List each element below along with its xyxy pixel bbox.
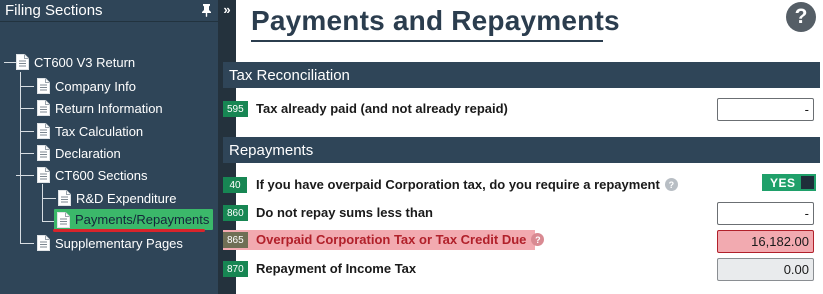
tree-item-company-info[interactable]: Company Info (37, 76, 136, 96)
document-icon (37, 235, 50, 251)
tree-item-label: Supplementary Pages (55, 235, 183, 251)
row-label: Repayment of Income Tax (256, 261, 416, 276)
tree-item-declaration[interactable]: Declaration (37, 143, 121, 163)
toggle-knob (801, 176, 814, 189)
row-box-870: 870 Repayment of Income Tax 0.00 (223, 258, 820, 282)
box-number: 595 (223, 101, 248, 117)
row-label: Tax already paid (and not already repaid… (256, 101, 508, 116)
row-label: Do not repay sums less than (256, 205, 433, 220)
double-chevron-right-icon[interactable]: » (218, 0, 236, 18)
document-icon (37, 78, 50, 94)
row-box-40: 40 If you have overpaid Corporation tax,… (223, 174, 820, 198)
tree-item-tax-calculation[interactable]: Tax Calculation (37, 121, 143, 141)
tree-item-ct600-v3-return[interactable]: CT600 V3 Return (16, 52, 135, 72)
tree-item-ct600-sections[interactable]: CT600 Sections (37, 165, 148, 185)
row-box-595: 595 Tax already paid (and not already re… (223, 98, 820, 122)
toggle-label: YES (770, 175, 796, 190)
section-header-tax-reconciliation: Tax Reconciliation (223, 62, 820, 88)
section-header-repayments: Repayments (223, 137, 820, 163)
active-item-underline (53, 229, 205, 232)
help-circle-icon[interactable]: ? (786, 2, 816, 32)
page-title: Payments and Repayments (251, 5, 620, 36)
tree-item-label: R&D Expenditure (76, 190, 177, 206)
tree-item-rd-expenditure[interactable]: R&D Expenditure (58, 188, 176, 208)
row-label-text: Tax already paid (and not already repaid… (256, 101, 508, 116)
document-icon (57, 211, 70, 228)
overpaid-tax-field[interactable]: 16,182.00 (717, 230, 814, 253)
row-label-text: If you have overpaid Corporation tax, do… (256, 177, 660, 192)
row-box-865: 865 Overpaid Corporation Tax or Tax Cred… (223, 230, 820, 254)
document-icon (37, 145, 50, 161)
row-label: Overpaid Corporation Tax or Tax Credit D… (256, 232, 545, 247)
tree-item-supplementary-pages[interactable]: Supplementary Pages (37, 233, 183, 253)
tree-item-return-information[interactable]: Return Information (37, 98, 163, 118)
main-content: Payments and Repayments ? Tax Reconcilia… (223, 0, 823, 294)
box-number: 860 (223, 205, 248, 221)
sidebar-title: Filing Sections (5, 2, 103, 19)
tree-item-label: Payments/Repayments (75, 212, 210, 227)
do-not-repay-field[interactable]: - (717, 202, 814, 225)
question-icon[interactable]: ? (531, 233, 545, 246)
tree-item-label: Tax Calculation (55, 123, 144, 139)
document-icon (58, 190, 71, 206)
box-number: 865 (223, 232, 248, 248)
document-icon (16, 54, 29, 70)
row-label: If you have overpaid Corporation tax, do… (256, 177, 678, 192)
pin-icon[interactable] (200, 4, 212, 18)
sidebar-header: Filing Sections (0, 0, 218, 22)
row-highlight: 865 Overpaid Corporation Tax or Tax Cred… (223, 230, 545, 250)
tax-already-paid-field[interactable]: - (717, 98, 814, 121)
box-number: 870 (223, 261, 248, 277)
filing-sections-sidebar: Filing Sections CT600 V3 Return Company … (0, 0, 218, 294)
document-icon (37, 100, 50, 116)
document-icon (37, 123, 50, 139)
tree-item-label: Return Information (55, 100, 163, 116)
tree-item-label: Declaration (55, 145, 121, 161)
row-label-text: Overpaid Corporation Tax or Tax Credit D… (256, 232, 527, 247)
row-label-text: Repayment of Income Tax (256, 261, 417, 276)
title-underline (251, 40, 603, 42)
repayment-income-tax-field[interactable]: 0.00 (717, 258, 814, 281)
tree-item-label: CT600 Sections (55, 167, 148, 183)
tree-item-payments-repayments[interactable]: Payments/Repayments (54, 209, 214, 230)
document-icon (37, 167, 50, 183)
question-icon[interactable]: ? (664, 178, 678, 191)
tree-item-label: CT600 V3 Return (34, 54, 136, 70)
box-number: 40 (223, 177, 247, 193)
repayment-required-toggle[interactable]: YES (762, 174, 816, 191)
tree-item-label: Company Info (55, 78, 136, 94)
row-label-text: Do not repay sums less than (256, 205, 433, 220)
row-box-860: 860 Do not repay sums less than - (223, 202, 820, 226)
